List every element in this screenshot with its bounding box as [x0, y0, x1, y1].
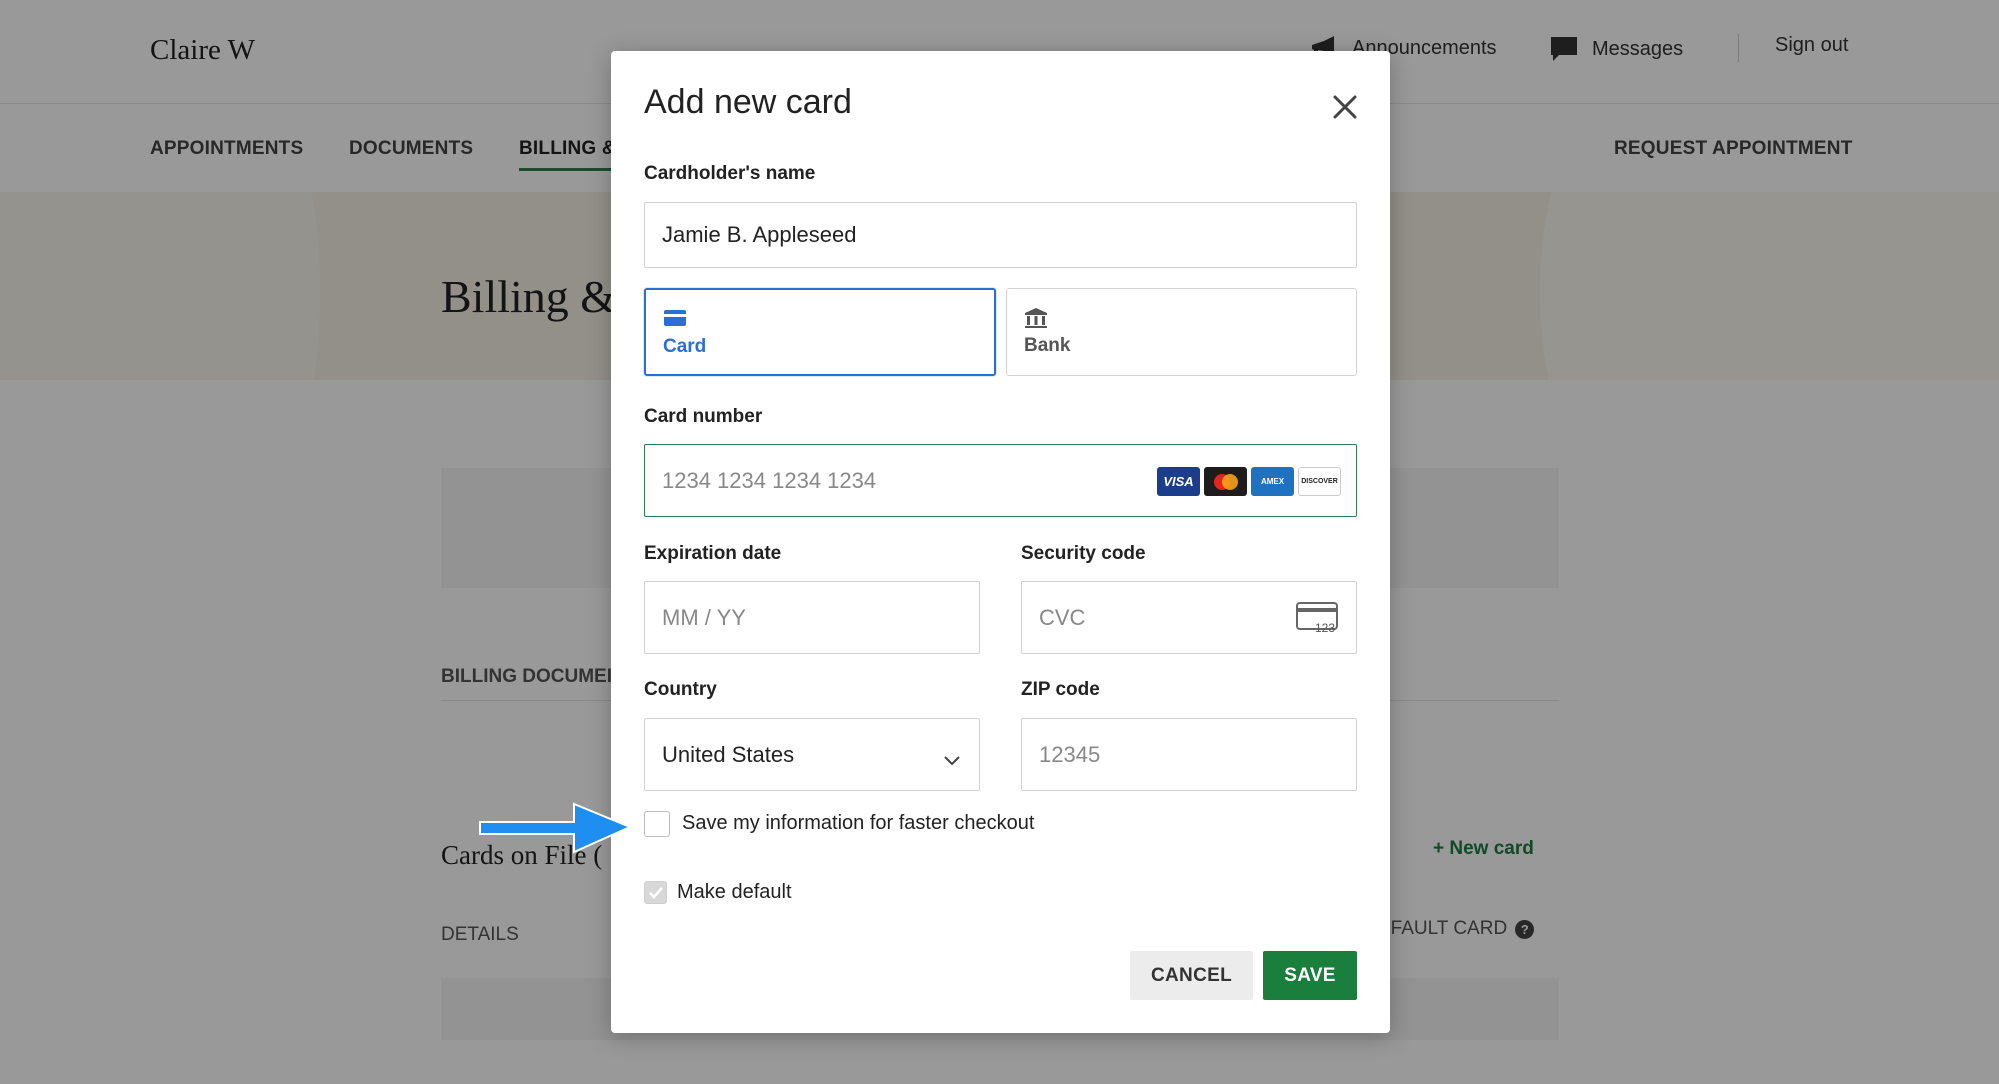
checkmark-icon	[648, 886, 663, 899]
expiration-input[interactable]	[662, 604, 979, 631]
mastercard-icon	[1204, 467, 1247, 496]
cvc-card-icon: 123	[1296, 602, 1340, 640]
visa-icon: VISA	[1157, 467, 1200, 496]
security-code-field[interactable]: 123	[1021, 581, 1357, 654]
country-select[interactable]: United States	[644, 718, 980, 791]
make-default-checkbox[interactable]	[644, 881, 667, 904]
cardholder-name-field[interactable]	[644, 202, 1357, 268]
zip-label: ZIP code	[1021, 679, 1100, 700]
pointer-arrow-icon	[479, 802, 633, 854]
country-label: Country	[644, 679, 717, 700]
card-number-field[interactable]: VISA AMEX DISCOVER	[644, 444, 1357, 517]
amex-icon: AMEX	[1251, 467, 1294, 496]
cardholder-name-input[interactable]	[662, 222, 1356, 248]
cancel-button[interactable]: CANCEL	[1130, 951, 1253, 1000]
cardholder-label: Cardholder's name	[644, 163, 816, 184]
make-default-label: Make default	[677, 881, 792, 903]
save-button[interactable]: SAVE	[1263, 951, 1357, 1000]
card-brand-logos: VISA AMEX DISCOVER	[1157, 467, 1341, 496]
tab-bank-label: Bank	[1024, 335, 1071, 356]
chevron-down-icon	[943, 747, 961, 773]
discover-icon: DISCOVER	[1298, 467, 1341, 496]
zip-field[interactable]	[1021, 718, 1357, 791]
cvc-icon-text: 123	[1315, 621, 1335, 634]
bank-icon	[1024, 307, 1048, 334]
card-number-label: Card number	[644, 406, 763, 427]
tab-card[interactable]: Card	[644, 288, 996, 376]
tab-bank[interactable]: Bank	[1006, 288, 1357, 376]
security-code-label: Security code	[1021, 543, 1146, 564]
expiration-label: Expiration date	[644, 543, 782, 564]
zip-input[interactable]	[1039, 741, 1356, 768]
add-card-modal: Add new card Cardholder's name Card Bank…	[611, 51, 1390, 1033]
expiration-field[interactable]	[644, 581, 980, 654]
country-value: United States	[662, 741, 795, 767]
close-icon[interactable]	[1327, 89, 1363, 125]
save-info-checkbox[interactable]	[644, 811, 670, 837]
tab-card-label: Card	[663, 336, 707, 357]
save-info-label: Save my information for faster checkout	[682, 812, 1035, 834]
credit-card-icon	[663, 308, 687, 333]
modal-title: Add new card	[644, 83, 852, 121]
